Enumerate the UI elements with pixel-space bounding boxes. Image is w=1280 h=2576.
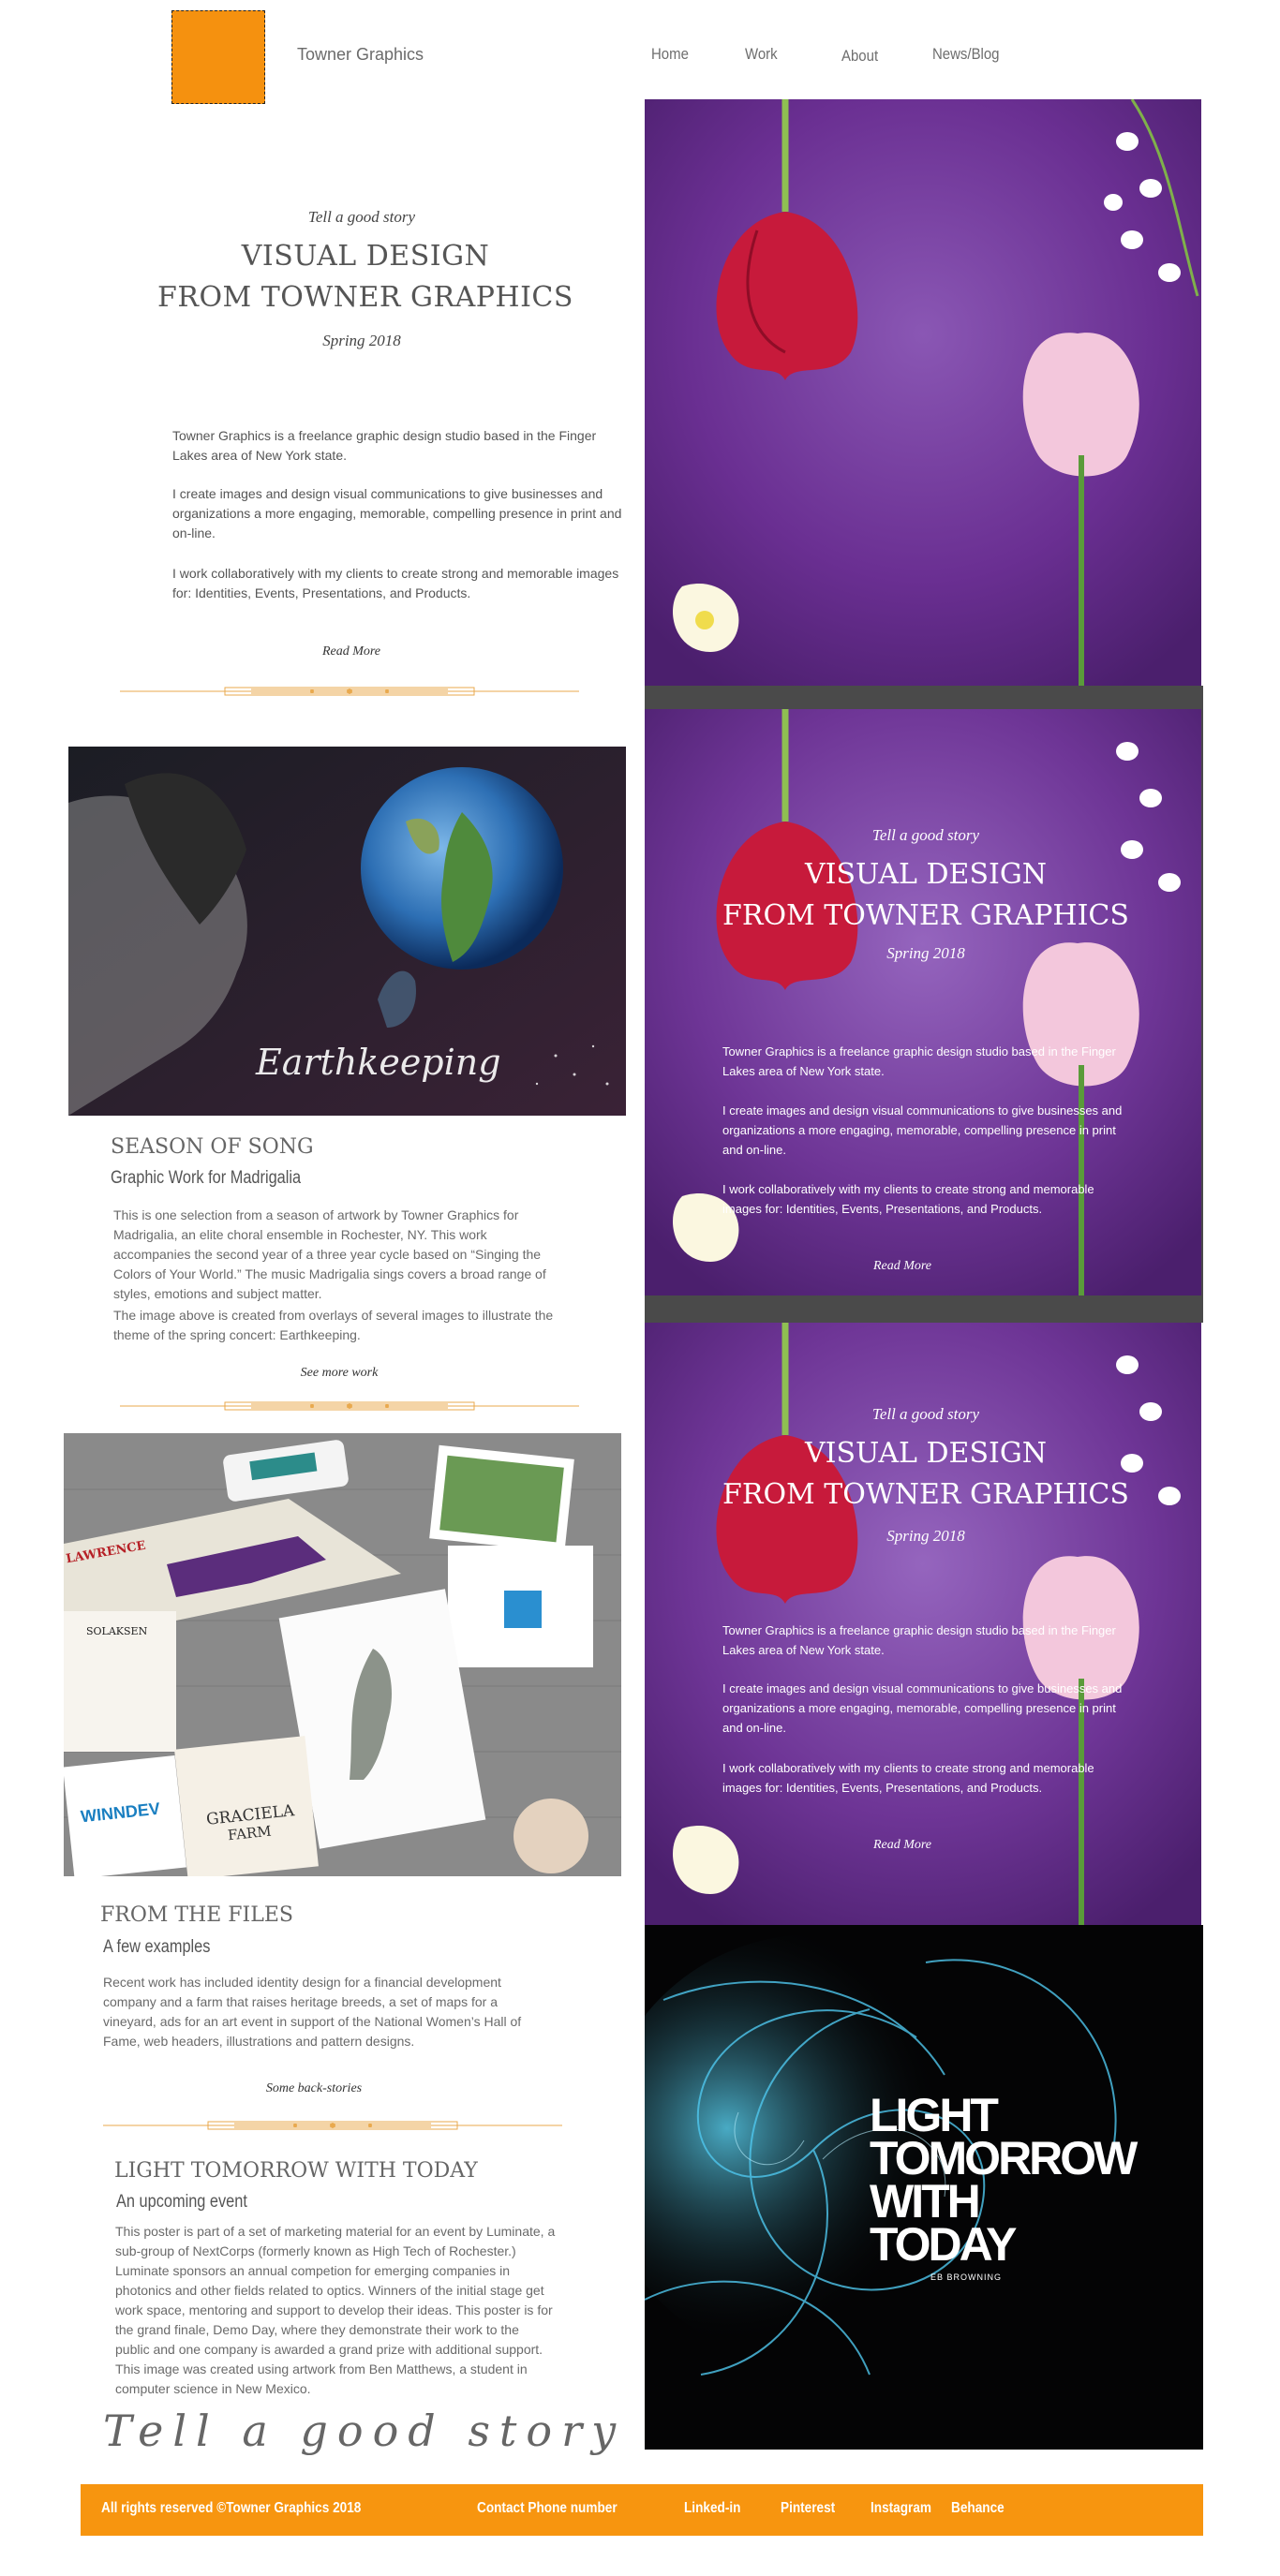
nav-work[interactable]: Work bbox=[745, 45, 778, 64]
from-the-files-paragraph: Recent work has included identity design… bbox=[103, 1975, 522, 2049]
some-back-stories-link[interactable]: Some back-stories bbox=[220, 2081, 408, 2096]
overlay2-read-more-link[interactable]: Read More bbox=[809, 1838, 996, 1853]
from-the-files-subtitle: A few examples bbox=[103, 1937, 211, 1957]
hero-tagline: Tell a good story bbox=[307, 208, 416, 226]
footer-copyright: All rights reserved ©Towner Graphics 201… bbox=[101, 2500, 362, 2516]
poster-line-with: WITH bbox=[870, 2175, 981, 2228]
poster-line-tomorrow: TOMORROW bbox=[870, 2132, 1138, 2184]
poster-credit: EB BROWNING bbox=[930, 2273, 1003, 2282]
overlay2-paragraph-2: I create images and design visual commun… bbox=[722, 1681, 1123, 1735]
hero-read-more-link[interactable]: Read More bbox=[258, 644, 445, 659]
footer-link-instagram[interactable]: Instagram bbox=[871, 2500, 931, 2517]
footer: All rights reserved ©Towner Graphics 201… bbox=[81, 2484, 1203, 2536]
overlay1-title-line2: FROM TOWNER GRAPHICS bbox=[722, 899, 1129, 932]
hero-flower-image bbox=[645, 99, 1201, 686]
season-of-song-paragraph-1: This is one selection from a season of a… bbox=[113, 1207, 546, 1301]
light-tomorrow-poster: LIGHT TOMORROW WITH TODAY EB BROWNING bbox=[645, 1925, 1203, 2450]
hero-overlay-panel-1: Tell a good story VISUAL DESIGN FROM TOW… bbox=[645, 686, 1203, 1323]
ornamental-divider bbox=[103, 2119, 562, 2132]
overlay1-paragraph-2: I create images and design visual commun… bbox=[722, 1103, 1123, 1157]
nav-about[interactable]: About bbox=[841, 47, 878, 66]
hero-paragraph-2: I create images and design visual commun… bbox=[172, 486, 622, 540]
hero-title-line1: VISUAL DESIGN bbox=[241, 240, 490, 273]
portfolio-mockup-image: LAWRENCE SOLAKSEN WINNDEV GRACIELA FARM bbox=[64, 1433, 621, 1876]
earthkeeping-image: Earthkeeping bbox=[68, 747, 626, 1116]
brand-name[interactable]: Towner Graphics bbox=[297, 45, 424, 65]
poster-line-today: TODAY bbox=[870, 2218, 1018, 2271]
ornamental-divider bbox=[120, 1399, 579, 1413]
overlay1-tagline: Tell a good story bbox=[871, 826, 980, 844]
overlay2-title-line1: VISUAL DESIGN bbox=[804, 1437, 1048, 1470]
from-the-files-title: FROM THE FILES bbox=[100, 1903, 293, 1927]
poster-line-light: LIGHT bbox=[870, 2089, 999, 2141]
hero-title-line2: FROM TOWNER GRAPHICS bbox=[157, 281, 573, 314]
light-tomorrow-subtitle: An upcoming event bbox=[116, 2192, 247, 2212]
hero-paragraph-3: I work collaboratively with my clients t… bbox=[172, 566, 619, 600]
overlay2-paragraph-1: Towner Graphics is a freelance graphic d… bbox=[722, 1623, 1116, 1657]
footer-link-behance[interactable]: Behance bbox=[951, 2500, 1005, 2517]
nav-home[interactable]: Home bbox=[651, 45, 689, 64]
hero-paragraph-1: Towner Graphics is a freelance graphic d… bbox=[172, 428, 597, 463]
script-tagline: Tell a good story bbox=[103, 2406, 626, 2456]
light-tomorrow-title: LIGHT TOMORROW WITH TODAY bbox=[114, 2159, 478, 2183]
season-of-song-subtitle: Graphic Work for Madrigalia bbox=[111, 1168, 302, 1188]
overlay1-paragraph-1: Towner Graphics is a freelance graphic d… bbox=[722, 1044, 1116, 1078]
ornamental-divider bbox=[120, 685, 579, 698]
overlay1-title-line1: VISUAL DESIGN bbox=[804, 858, 1048, 891]
mockup-label-solaksen: SOLAKSEN bbox=[86, 1625, 148, 1637]
overlay1-season: Spring 2018 bbox=[886, 944, 965, 962]
logo-box[interactable] bbox=[171, 10, 265, 104]
overlay2-title-line2: FROM TOWNER GRAPHICS bbox=[722, 1478, 1129, 1511]
light-tomorrow-paragraph: This poster is part of a set of marketin… bbox=[115, 2224, 556, 2396]
season-of-song-title: SEASON OF SONG bbox=[111, 1135, 314, 1159]
hero-season: Spring 2018 bbox=[322, 332, 401, 349]
nav-news-blog[interactable]: News/Blog bbox=[932, 45, 1000, 64]
hero-overlay-panel-2: Tell a good story VISUAL DESIGN FROM TOW… bbox=[645, 1323, 1201, 1925]
overlay1-paragraph-3: I work collaboratively with my clients t… bbox=[722, 1182, 1094, 1216]
footer-link-linkedin[interactable]: Linked-in bbox=[684, 2500, 740, 2517]
overlay1-read-more-link[interactable]: Read More bbox=[809, 1259, 996, 1274]
earthkeeping-caption: Earthkeeping bbox=[256, 1042, 501, 1083]
footer-link-pinterest[interactable]: Pinterest bbox=[781, 2500, 835, 2517]
overlay2-tagline: Tell a good story bbox=[871, 1405, 980, 1423]
season-of-song-paragraph-2: The image above is created from overlays… bbox=[113, 1308, 554, 1342]
overlay2-season: Spring 2018 bbox=[886, 1527, 965, 1545]
see-more-work-link[interactable]: See more work bbox=[246, 1366, 433, 1381]
overlay2-paragraph-3: I work collaboratively with my clients t… bbox=[722, 1761, 1094, 1795]
footer-contact-phone[interactable]: Contact Phone number bbox=[477, 2500, 618, 2517]
